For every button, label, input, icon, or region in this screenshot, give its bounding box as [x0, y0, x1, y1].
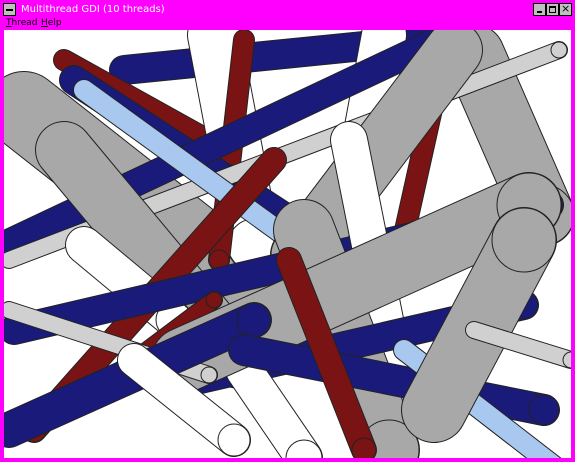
menu-bar: Thread Help [3, 18, 572, 29]
minimize-button[interactable] [533, 3, 546, 16]
menu-thread[interactable]: Thread [6, 18, 37, 29]
maximize-button[interactable] [546, 3, 559, 16]
tube-end-cap [351, 437, 377, 458]
tubes-drawing [4, 30, 571, 458]
tube-end-cap [236, 302, 272, 338]
system-menu-icon[interactable] [3, 3, 16, 16]
tube-end-cap [200, 366, 218, 384]
window-title: Multithread GDI (10 threads) [21, 4, 165, 15]
title-bar[interactable]: Multithread GDI (10 threads) × [3, 2, 572, 17]
tube-end-cap [491, 207, 557, 273]
minimize-icon [537, 11, 542, 13]
tube-end-cap [528, 394, 560, 426]
menu-help[interactable]: Help [41, 18, 62, 29]
close-icon: × [561, 2, 571, 15]
tube-end-cap [217, 423, 251, 457]
app-window: Multithread GDI (10 threads) × Thread He… [0, 0, 575, 462]
close-button[interactable]: × [559, 2, 572, 16]
tube-end-cap [550, 41, 568, 59]
drawing-canvas [4, 30, 571, 458]
maximize-icon [549, 6, 556, 13]
tube-end-cap [205, 291, 223, 309]
